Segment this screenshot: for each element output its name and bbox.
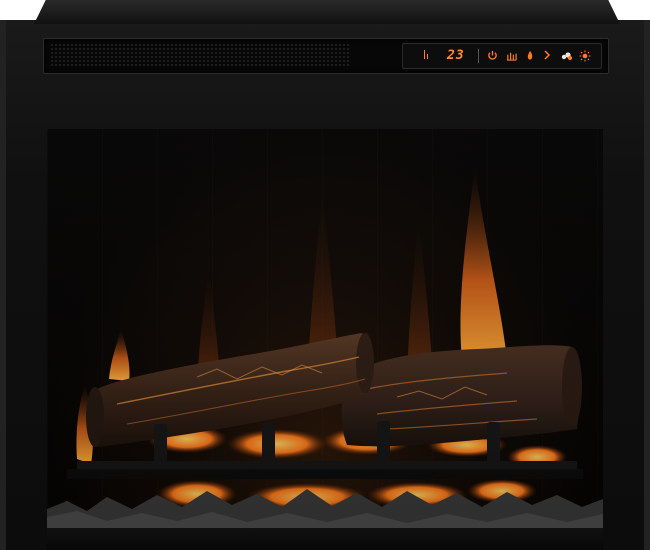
ember-icon	[561, 52, 572, 60]
flame-effect-button[interactable]	[506, 50, 517, 64]
chevron-right-icon	[544, 50, 551, 60]
frame-right-edge	[644, 20, 650, 550]
heat-button[interactable]	[526, 50, 534, 64]
temperature-display: 23	[447, 48, 465, 63]
flame-effect-icon	[506, 52, 517, 61]
firebox	[47, 129, 603, 529]
heat-icon	[527, 50, 533, 60]
brightness-button[interactable]	[579, 50, 591, 65]
status-indicator-icon	[424, 50, 428, 59]
panel-divider	[478, 49, 479, 63]
glass-front	[47, 129, 603, 529]
speaker-grille	[50, 43, 350, 68]
fireplace: 23	[0, 0, 650, 550]
top-trim	[34, 0, 620, 24]
bottom-trim	[47, 528, 603, 550]
ember-button[interactable]	[560, 50, 573, 64]
frame-left-edge	[0, 20, 6, 550]
next-button[interactable]	[543, 50, 551, 63]
power-button[interactable]	[487, 50, 498, 64]
control-panel: 23	[402, 43, 602, 69]
control-bar: 23	[43, 38, 609, 74]
power-icon	[488, 50, 497, 60]
brightness-icon	[579, 50, 591, 62]
